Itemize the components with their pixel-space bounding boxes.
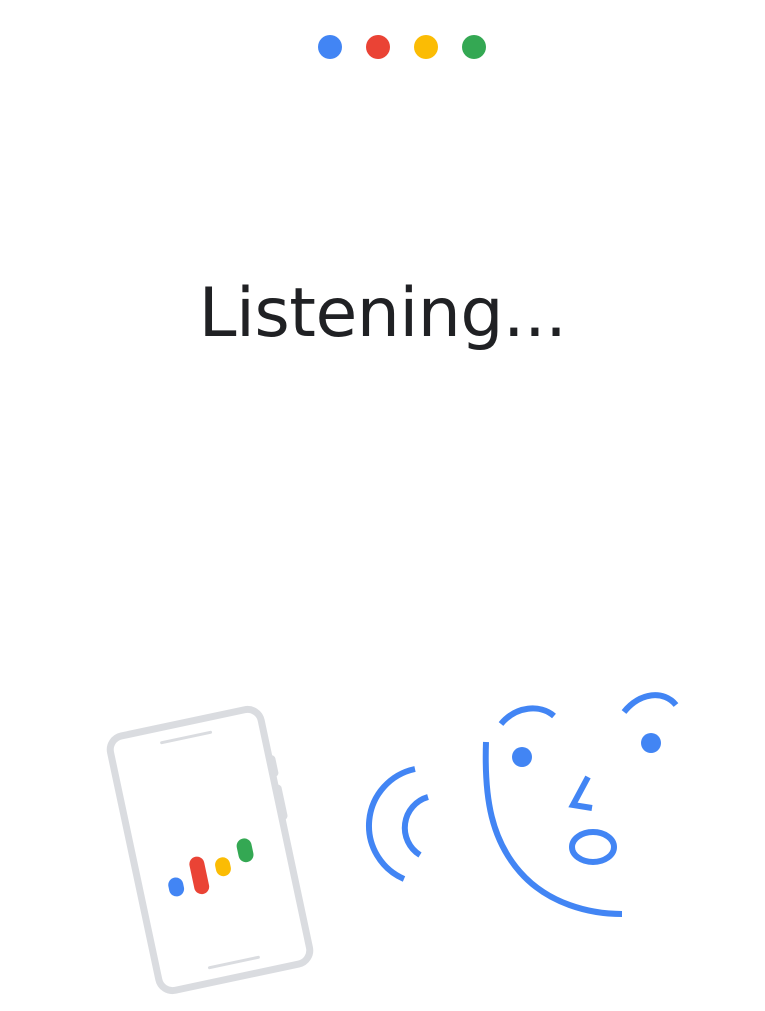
right-eye — [641, 733, 661, 753]
listening-status-title: Listening... — [198, 274, 567, 353]
yellow-dot-icon — [414, 35, 438, 59]
speaking-face-icon — [482, 692, 679, 917]
voice-illustration — [106, 692, 679, 995]
sound-waves-icon — [365, 766, 429, 882]
phone-with-assistant-bars-icon — [106, 705, 314, 995]
left-eye — [512, 747, 532, 767]
blue-dot-icon — [318, 35, 342, 59]
assistant-indicator-dots — [318, 35, 488, 59]
red-dot-icon — [366, 35, 390, 59]
green-dot-icon — [462, 35, 486, 59]
